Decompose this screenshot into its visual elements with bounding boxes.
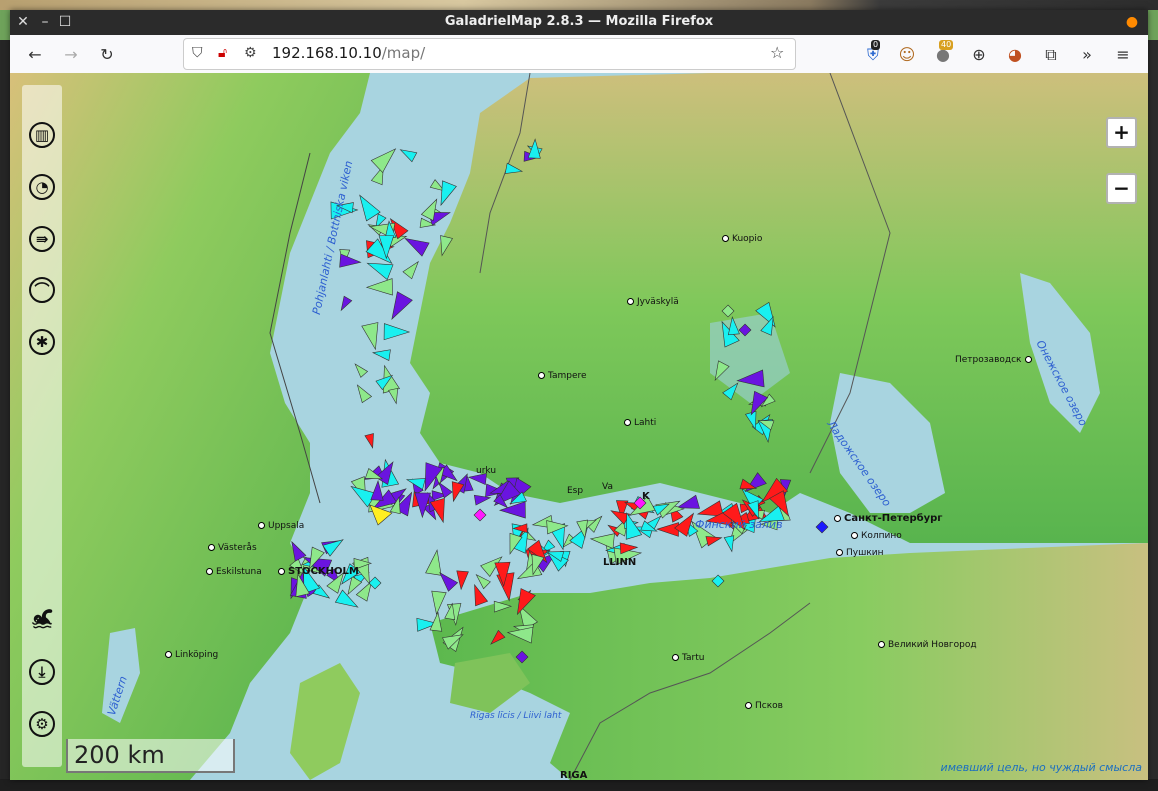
url-bar[interactable]: ⛉ 🔓︎ ⚙ 192.168.10.10/map/ ☆ — [183, 38, 796, 70]
window-title: GaladrielMap 2.8.3 — Mozilla Firefox — [444, 14, 714, 29]
water-label-gulf-of-finland: Финский залив — [695, 518, 783, 531]
water-label-gulf-of-riga: Rīgas līcis / Liivi laht — [470, 711, 562, 721]
dashboard-icon[interactable]: ◔ — [27, 172, 57, 202]
vessel-marker[interactable] — [368, 576, 382, 590]
city-label: K — [642, 491, 650, 502]
vessel-marker[interactable] — [337, 295, 353, 312]
vessel-marker[interactable] — [388, 387, 401, 405]
vessel-marker[interactable] — [384, 291, 413, 324]
vessel-marker[interactable] — [402, 258, 423, 280]
vessel-marker[interactable] — [383, 323, 411, 341]
ais-icon[interactable]: ✱ — [27, 327, 57, 357]
hamburger-menu-icon[interactable]: ≡ — [1112, 44, 1134, 66]
city-label: Uppsala — [258, 521, 304, 531]
land-baltics — [430, 543, 1148, 780]
vessel-marker[interactable] — [365, 278, 393, 296]
city-label: Санкт-Петербург — [834, 513, 943, 524]
swimmer-icon[interactable]: 🏊︎ — [27, 605, 57, 635]
vessel-marker[interactable] — [353, 382, 373, 404]
vessel-marker[interactable] — [398, 145, 418, 163]
vessel-marker[interactable] — [361, 322, 384, 351]
reload-icon[interactable]: ↻ — [96, 44, 118, 66]
layers-icon[interactable]: ▥ — [27, 120, 57, 150]
city-label: RIGA — [560, 770, 588, 780]
city-label: Петрозаводск — [955, 355, 1035, 365]
city-label: urku — [476, 466, 497, 476]
city-label: Kuopio — [722, 234, 762, 244]
browser-window: ✕ – ☐ GaladrielMap 2.8.3 — Mozilla Firef… — [10, 10, 1148, 780]
city-label: Tampere — [538, 371, 587, 381]
download-icon[interactable]: ⤓ — [27, 657, 57, 687]
scale-label: 200 km — [74, 741, 165, 769]
map-view[interactable]: Pohjanlahti / Bottniska viken Ладожское … — [10, 73, 1148, 780]
firefox-icon: ● — [1125, 14, 1139, 30]
vessel-marker[interactable] — [425, 549, 445, 576]
map-attribution: имевший цель, но чуждый смысла — [940, 761, 1142, 774]
city-label: Esp — [567, 486, 584, 496]
shield-icon[interactable]: ⛉ — [192, 45, 203, 61]
url-text[interactable]: 192.168.10.10/map/ — [272, 44, 425, 62]
vessel-marker[interactable] — [455, 570, 469, 591]
city-label: STOCKHOLM — [278, 566, 359, 577]
vessel-marker[interactable] — [339, 253, 362, 269]
measure-icon[interactable]: ⌒ — [27, 275, 57, 305]
desktop-right-strip — [1147, 40, 1158, 791]
desktop-background — [0, 0, 1158, 10]
overflow-chevron-icon[interactable]: » — [1076, 44, 1098, 66]
zoom-out-button[interactable]: − — [1106, 173, 1137, 204]
extensions-puzzle-icon[interactable]: ⧉ — [1040, 44, 1062, 66]
city-label: Великий Новгород — [878, 640, 977, 650]
bookmark-star-icon[interactable]: ☆ — [770, 43, 784, 62]
vessel-marker[interactable] — [370, 143, 401, 174]
city-label: Västerås — [208, 543, 257, 553]
back-icon[interactable]: ← — [24, 44, 46, 66]
desktop-bottom-strip — [0, 779, 1158, 791]
vessel-marker[interactable] — [352, 361, 369, 378]
network-extension-icon[interactable]: ⊕ — [968, 44, 990, 66]
land-islands — [290, 663, 360, 780]
vessel-marker[interactable] — [364, 433, 377, 449]
vessel-marker[interactable] — [402, 232, 430, 257]
forward-icon[interactable]: → — [60, 44, 82, 66]
map-canvas[interactable] — [10, 73, 1148, 780]
city-label: Tartu — [672, 653, 704, 663]
url-host: 192.168.10.10 — [272, 44, 382, 62]
zoom-in-button[interactable]: + — [1106, 117, 1137, 148]
city-label: Jyväskylä — [627, 297, 679, 307]
land-sweden — [10, 73, 370, 780]
tampermonkey-extension-icon[interactable]: ☺ — [896, 44, 918, 66]
title-bar: ✕ – ☐ GaladrielMap 2.8.3 — Mozilla Firef… — [10, 10, 1148, 35]
navigation-toolbar: ← → ↻ ⛉ 🔓︎ ⚙ 192.168.10.10/map/ ☆ ⛨ 0 ☺ … — [10, 35, 1148, 74]
vessel-marker[interactable] — [815, 520, 829, 534]
city-label: Пушкин — [836, 548, 884, 558]
city-label: LLINN — [603, 557, 637, 568]
city-label: Lahti — [624, 418, 656, 428]
city-label: Псков — [745, 701, 783, 711]
city-label: Va — [602, 482, 613, 492]
vessel-marker[interactable] — [589, 531, 615, 549]
route-icon[interactable]: ⇛ — [27, 224, 57, 254]
city-label: Eskilstuna — [206, 567, 262, 577]
left-control-panel: ▥ ◔ ⇛ ⌒ ✱ 🏊︎ ⤓ ⚙ — [22, 85, 62, 767]
vessel-marker[interactable] — [353, 191, 381, 222]
insecure-lock-icon[interactable]: 🔓︎ — [218, 45, 227, 61]
vessel-marker[interactable] — [675, 494, 700, 514]
url-path: /map/ — [381, 44, 426, 62]
vessel-marker[interactable] — [656, 522, 679, 537]
permissions-icon[interactable]: ⚙ — [244, 45, 257, 61]
vessel-marker[interactable] — [429, 590, 447, 616]
vessel-marker[interactable] — [473, 508, 487, 522]
scale-bar: 200 km — [66, 739, 235, 773]
cookie-extension-icon[interactable]: ◕ — [1004, 44, 1026, 66]
extension-badge: 0 — [871, 40, 881, 50]
extension-badge-2: 40 — [939, 40, 954, 50]
vessel-marker[interactable] — [372, 347, 391, 361]
city-label: Linköping — [165, 650, 218, 660]
settings-icon[interactable]: ⚙ — [27, 709, 57, 739]
city-label: Колпино — [851, 531, 902, 541]
